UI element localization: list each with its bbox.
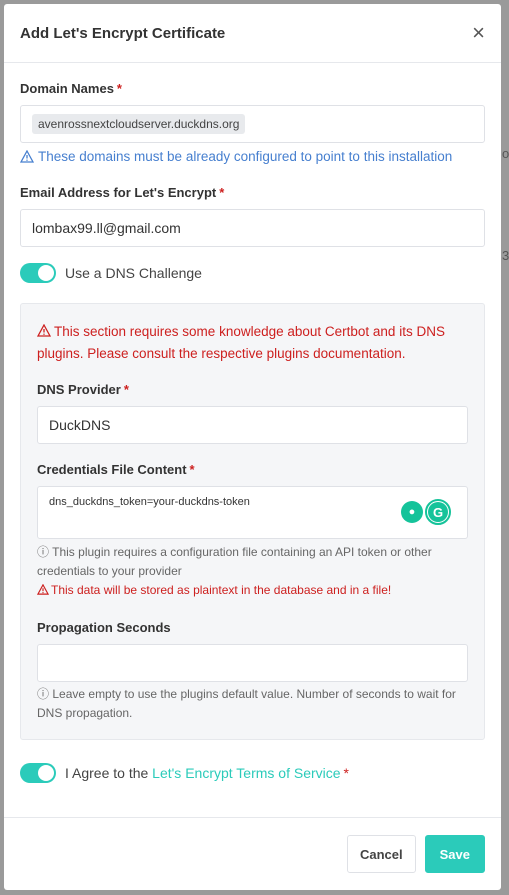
email-value: lombax99.ll@gmail.com — [32, 220, 181, 236]
agree-toggle-row[interactable]: I Agree to the Let's Encrypt Terms of Se… — [20, 763, 485, 783]
dns-warning: This section requires some knowledge abo… — [36, 323, 445, 361]
modal-title: Add Let's Encrypt Certificate — [20, 24, 226, 42]
save-button[interactable]: Save — [424, 835, 485, 873]
domain-note: These domains must be already configured… — [20, 149, 485, 164]
tos-link[interactable]: Let's Encrypt Terms of Service — [152, 765, 340, 781]
dns-challenge-label: Use a DNS Challenge — [65, 265, 202, 281]
credentials-label: Credentials File Content * — [37, 462, 195, 477]
close-icon[interactable]: × — [472, 22, 485, 44]
modal-footer: Cancel Save — [4, 817, 501, 890]
info-circle-icon: ⓘ — [37, 545, 50, 559]
warning-triangle-icon — [36, 583, 50, 595]
grammarly-widget[interactable]: ● G — [401, 499, 451, 525]
credentials-value: dns_duckdns_token=your-duckdns-token — [49, 496, 250, 508]
domain-names-input[interactable]: avenrossnextcloudserver.duckdns.org — [20, 105, 485, 143]
modal-body: Domain Names * avenrossnextcloudserver.du… — [4, 63, 501, 783]
add-certificate-modal: Add Let's Encrypt Certificate × Domain N… — [4, 4, 501, 890]
lightbulb-icon[interactable]: ● — [401, 501, 423, 523]
domain-tag[interactable]: avenrossnextcloudserver.duckdns.org — [32, 114, 246, 134]
propagation-info: ⓘ Leave empty to use the plugins default… — [37, 687, 456, 720]
dns-provider-value: DuckDNS — [49, 417, 111, 433]
domain-names-group: Domain Names * avenrossnextcloudserver.du… — [20, 81, 485, 164]
propagation-group: Propagation Seconds ⓘ Leave empty to use… — [37, 620, 468, 723]
warning-triangle-icon — [20, 150, 34, 163]
credentials-textarea[interactable]: dns_duckdns_token=your-duckdns-token ● G — [37, 486, 468, 539]
email-label: Email Address for Let's Encrypt * — [20, 185, 225, 200]
dns-challenge-toggle[interactable] — [20, 263, 56, 283]
grammarly-icon[interactable]: G — [425, 499, 451, 525]
dns-provider-select[interactable]: DuckDNS — [37, 406, 468, 444]
warning-triangle-icon — [36, 323, 52, 337]
propagation-seconds-input[interactable] — [37, 644, 468, 682]
info-circle-icon: ⓘ — [37, 687, 50, 701]
modal-header: Add Let's Encrypt Certificate × — [4, 4, 501, 63]
propagation-label: Propagation Seconds — [37, 620, 171, 635]
dns-challenge-panel: This section requires some knowledge abo… — [20, 303, 485, 740]
credentials-danger: This data will be stored as plaintext in… — [36, 581, 468, 600]
backdrop-text-fragment: or — [502, 146, 509, 161]
email-input[interactable]: lombax99.ll@gmail.com — [20, 209, 485, 247]
domain-names-label: Domain Names * — [20, 81, 122, 96]
dns-provider-label: DNS Provider * — [37, 382, 129, 397]
dns-challenge-toggle-row[interactable]: Use a DNS Challenge — [20, 263, 485, 283]
agree-label: I Agree to the Let's Encrypt Terms of Se… — [65, 765, 349, 781]
credentials-group: Credentials File Content * dns_duckdns_to… — [36, 462, 468, 600]
agree-toggle[interactable] — [20, 763, 56, 783]
email-group: Email Address for Let's Encrypt * lombax9… — [20, 185, 485, 247]
credentials-info: ⓘ This plugin requires a configuration f… — [37, 545, 432, 578]
dns-provider-group: DNS Provider * DuckDNS — [37, 382, 468, 444]
cancel-button[interactable]: Cancel — [346, 835, 416, 873]
backdrop-text-fragment: 3 — [502, 248, 509, 263]
